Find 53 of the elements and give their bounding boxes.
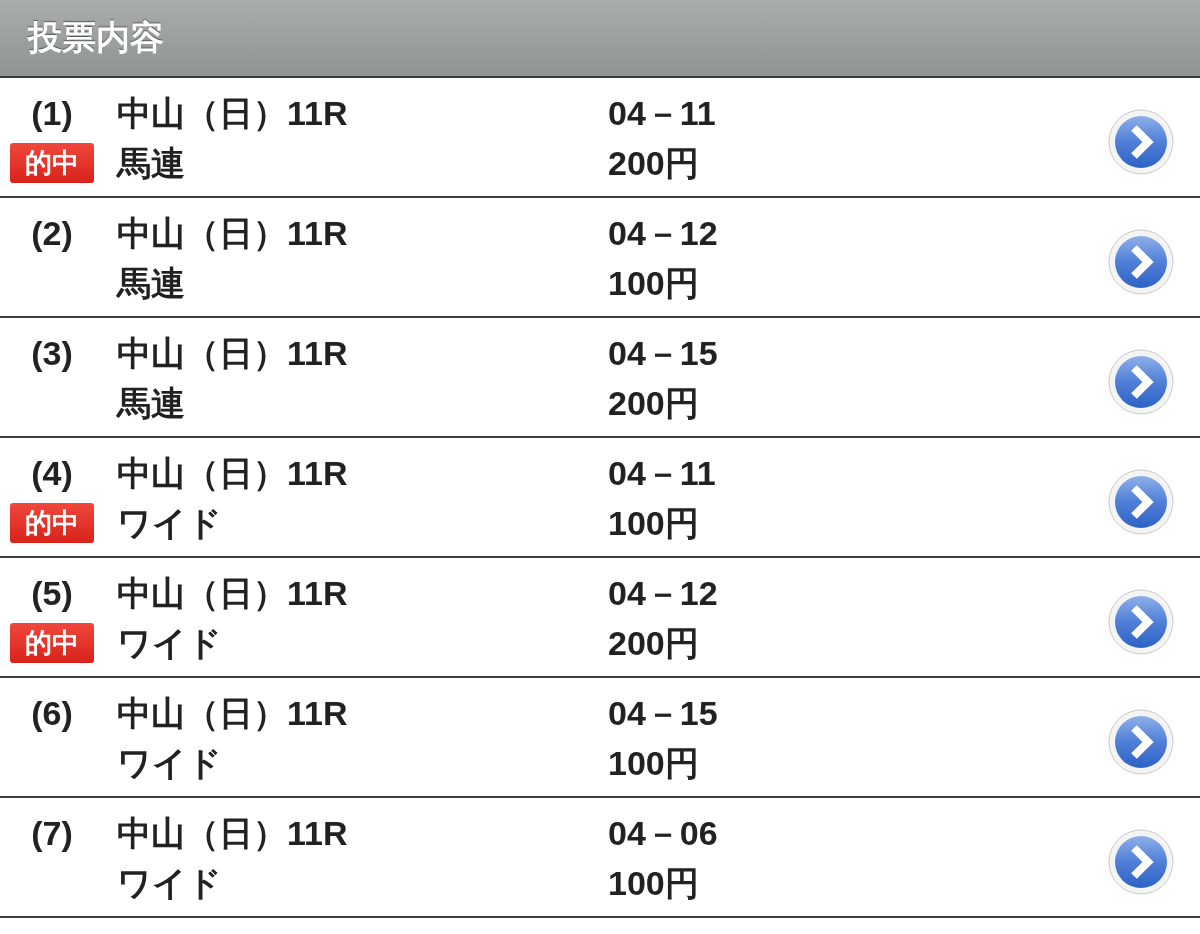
bet-number: (5)	[31, 573, 73, 614]
bet-amount: 200円	[608, 623, 699, 664]
chevron-right-icon	[1108, 349, 1174, 415]
race-name: 中山（日）11R	[117, 693, 348, 734]
race-name: 中山（日）11R	[117, 813, 348, 854]
bet-type: 馬連	[117, 143, 185, 184]
chevron-right-icon	[1108, 469, 1174, 535]
bet-amount: 100円	[608, 863, 699, 904]
bet-type: 馬連	[117, 383, 185, 424]
bet-number: (1)	[31, 93, 73, 134]
detail-button[interactable]	[1108, 829, 1174, 895]
race-name: 中山（日）11R	[117, 453, 348, 494]
combination: 04－15	[608, 693, 718, 734]
bet-amount: 100円	[608, 743, 699, 784]
race-name: 中山（日）11R	[117, 93, 348, 134]
hit-badge: 的中	[10, 143, 94, 183]
header-title: 投票内容	[28, 17, 164, 58]
bet-amount: 100円	[608, 503, 699, 544]
combination: 04－15	[608, 333, 718, 374]
bet-type: ワイド	[117, 743, 222, 784]
bet-type: ワイド	[117, 863, 222, 904]
bet-number: (7)	[31, 813, 73, 854]
detail-button[interactable]	[1108, 109, 1174, 175]
chevron-right-icon	[1108, 229, 1174, 295]
hit-badge: 的中	[10, 503, 94, 543]
detail-button[interactable]	[1108, 349, 1174, 415]
bet-type: ワイド	[117, 623, 222, 664]
bet-amount: 200円	[608, 383, 699, 424]
chevron-right-icon	[1108, 709, 1174, 775]
hit-badge: 的中	[10, 623, 94, 663]
race-name: 中山（日）11R	[117, 333, 348, 374]
bet-number: (6)	[31, 693, 73, 734]
chevron-right-icon	[1108, 589, 1174, 655]
detail-button[interactable]	[1108, 589, 1174, 655]
detail-button[interactable]	[1108, 469, 1174, 535]
bet-type: 馬連	[117, 263, 185, 304]
bet-amount: 100円	[608, 263, 699, 304]
race-name: 中山（日）11R	[117, 213, 348, 254]
combination: 04－06	[608, 813, 718, 854]
combination: 04－12	[608, 573, 718, 614]
bet-number: (4)	[31, 453, 73, 494]
race-name: 中山（日）11R	[117, 573, 348, 614]
bet-type: ワイド	[117, 503, 222, 544]
bet-number: (2)	[31, 213, 73, 254]
detail-button[interactable]	[1108, 709, 1174, 775]
bet-number: (3)	[31, 333, 73, 374]
combination: 04－11	[608, 93, 716, 134]
chevron-right-icon	[1108, 109, 1174, 175]
combination: 04－11	[608, 453, 716, 494]
combination: 04－12	[608, 213, 718, 254]
bet-amount: 200円	[608, 143, 699, 184]
chevron-right-icon	[1108, 829, 1174, 895]
detail-button[interactable]	[1108, 229, 1174, 295]
